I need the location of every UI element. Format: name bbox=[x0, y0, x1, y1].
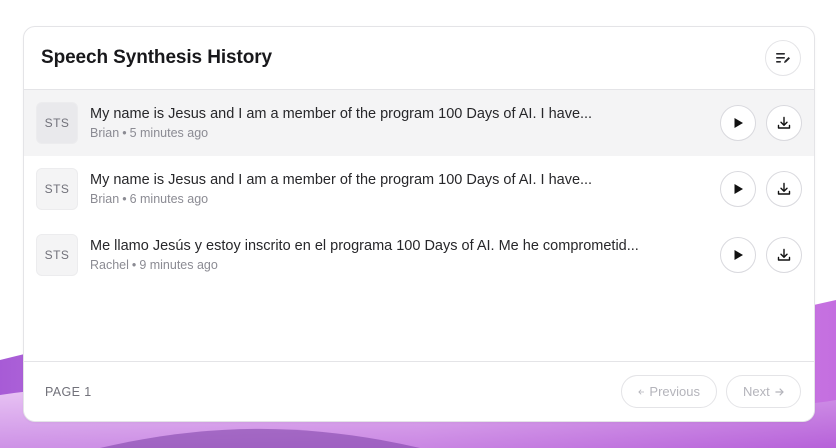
sts-badge: STS bbox=[36, 168, 78, 210]
history-item-meta: Rachel • 9 minutes ago bbox=[90, 258, 708, 272]
history-item-title: Me llamo Jesús y estoy inscrito en el pr… bbox=[90, 238, 639, 254]
timestamp: 6 minutes ago bbox=[129, 192, 209, 206]
play-button[interactable] bbox=[720, 105, 756, 141]
history-item[interactable]: STS My name is Jesus and I am a member o… bbox=[24, 90, 814, 156]
history-item-meta: Brian • 6 minutes ago bbox=[90, 192, 708, 206]
download-icon bbox=[777, 248, 791, 261]
meta-separator: • bbox=[131, 258, 137, 272]
list-edit-icon bbox=[776, 53, 790, 63]
history-item[interactable]: STS My name is Jesus and I am a member o… bbox=[24, 156, 814, 222]
arrow-right-icon bbox=[775, 387, 784, 396]
meta-separator: • bbox=[122, 192, 127, 206]
history-item[interactable]: STS Me llamo Jesús y estoy inscrito en e… bbox=[24, 222, 814, 288]
page-indicator: PAGE 1 bbox=[45, 384, 92, 399]
play-button[interactable] bbox=[720, 171, 756, 207]
meta-separator: • bbox=[122, 126, 127, 140]
next-label: Next bbox=[743, 384, 770, 399]
download-button[interactable] bbox=[766, 237, 802, 273]
history-item-title: My name is Jesus and I am a member of th… bbox=[90, 106, 593, 122]
pagination-controls: Previous Next bbox=[621, 375, 801, 408]
timestamp: 9 minutes ago bbox=[139, 258, 218, 272]
download-button[interactable] bbox=[766, 171, 802, 207]
panel-header: Speech Synthesis History bbox=[24, 27, 814, 90]
previous-label: Previous bbox=[649, 384, 700, 399]
download-icon bbox=[777, 182, 791, 195]
play-icon bbox=[734, 118, 743, 128]
history-item-meta: Brian • 5 minutes ago bbox=[90, 126, 708, 140]
voice-name: Brian bbox=[90, 126, 120, 140]
history-list: STS My name is Jesus and I am a member o… bbox=[24, 90, 814, 288]
download-icon bbox=[777, 116, 791, 129]
sts-badge: STS bbox=[36, 102, 78, 144]
voice-name: Rachel bbox=[90, 258, 129, 272]
play-button[interactable] bbox=[720, 237, 756, 273]
speech-history-panel: Speech Synthesis History STS My name is … bbox=[23, 26, 815, 422]
history-item-title: My name is Jesus and I am a member of th… bbox=[90, 172, 593, 188]
play-icon bbox=[734, 184, 743, 194]
timestamp: 5 minutes ago bbox=[129, 126, 209, 140]
panel-title: Speech Synthesis History bbox=[41, 47, 272, 68]
previous-page-button[interactable]: Previous bbox=[621, 375, 717, 408]
play-icon bbox=[734, 250, 743, 260]
next-page-button[interactable]: Next bbox=[726, 375, 801, 408]
sts-badge: STS bbox=[36, 234, 78, 276]
pagination-footer: PAGE 1 Previous Next bbox=[24, 361, 814, 421]
arrow-left-icon bbox=[638, 389, 645, 394]
edit-list-button[interactable] bbox=[765, 40, 801, 76]
download-button[interactable] bbox=[766, 105, 802, 141]
voice-name: Brian bbox=[90, 192, 120, 206]
